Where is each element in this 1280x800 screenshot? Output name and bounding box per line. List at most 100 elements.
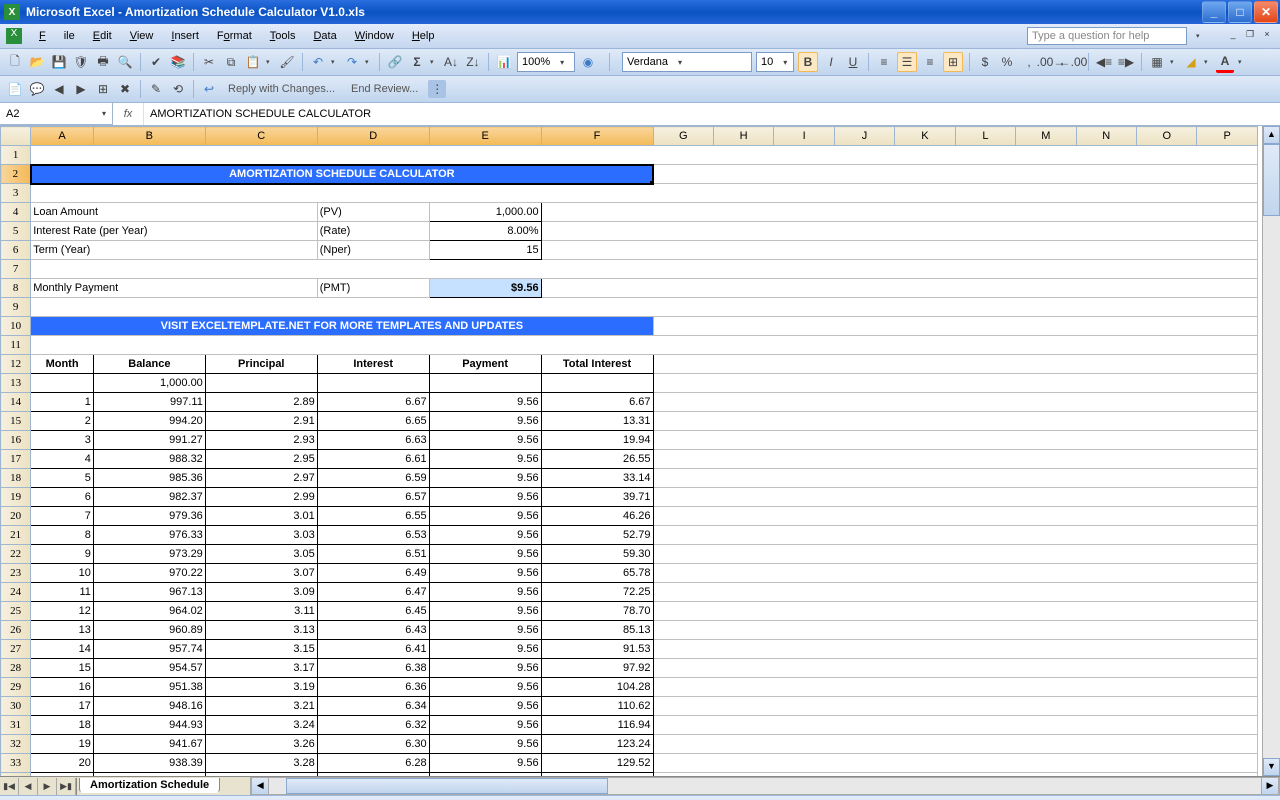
col-header[interactable]: F	[541, 127, 653, 146]
title-cell[interactable]: AMORTIZATION SCHEDULE CALCULATOR	[31, 165, 653, 184]
show-comment-icon[interactable]: 💬	[28, 80, 46, 98]
save-icon[interactable]: 💾	[50, 53, 68, 71]
close-button[interactable]: ✕	[1254, 1, 1278, 23]
cell[interactable]: 976.33	[93, 526, 205, 545]
cell[interactable]: 6.45	[317, 602, 429, 621]
cell[interactable]: 948.16	[93, 697, 205, 716]
scroll-up-icon[interactable]: ▲	[1263, 126, 1280, 144]
select-all-corner[interactable]	[1, 127, 31, 146]
row-header[interactable]: 25	[1, 602, 31, 621]
italic-icon[interactable]: I	[822, 53, 840, 71]
tab-first-icon[interactable]: ▮◀	[0, 778, 19, 795]
decrease-decimal-icon[interactable]: ←.00	[1064, 53, 1082, 71]
cell[interactable]: 15	[31, 659, 94, 678]
cell[interactable]: 104.28	[541, 678, 653, 697]
research-icon[interactable]: 📚	[169, 53, 187, 71]
row-header[interactable]: 22	[1, 545, 31, 564]
cell[interactable]: 3.30	[205, 773, 317, 777]
print-preview-icon[interactable]: 🔍	[116, 53, 134, 71]
scroll-right-icon[interactable]: ▶	[1261, 778, 1279, 794]
show-all-icon[interactable]: ⊞	[94, 80, 112, 98]
cell[interactable]: 9.56	[429, 450, 541, 469]
cell[interactable]: 9.56	[429, 412, 541, 431]
loan-amount-cell[interactable]: 1,000.00	[429, 203, 541, 222]
row-header[interactable]: 30	[1, 697, 31, 716]
cell[interactable]: 78.70	[541, 602, 653, 621]
cell[interactable]: 3.21	[205, 697, 317, 716]
cell[interactable]: 6.51	[317, 545, 429, 564]
track-changes-icon[interactable]: ⟲	[169, 80, 187, 98]
excel-doc-icon[interactable]: X	[6, 28, 22, 44]
permission-icon[interactable]: 🛡	[72, 53, 90, 71]
cell[interactable]: 19.94	[541, 431, 653, 450]
cell[interactable]: 3.05	[205, 545, 317, 564]
menu-data[interactable]: Data	[304, 27, 345, 45]
menu-help[interactable]: Help	[403, 27, 444, 45]
row-header[interactable]: 18	[1, 469, 31, 488]
undo-icon[interactable]: ↶	[309, 53, 327, 71]
tab-next-icon[interactable]: ▶	[38, 778, 57, 795]
cell[interactable]: 6.41	[317, 640, 429, 659]
sort-asc-icon[interactable]: A↓	[442, 53, 460, 71]
cell[interactable]: 6.65	[317, 412, 429, 431]
row-header[interactable]: 19	[1, 488, 31, 507]
fx-icon[interactable]: fx	[113, 103, 144, 125]
cell[interactable]: 9.56	[429, 526, 541, 545]
cell[interactable]: 13	[31, 621, 94, 640]
cell[interactable]: 19	[31, 735, 94, 754]
cell[interactable]: 10	[31, 564, 94, 583]
increase-indent-icon[interactable]: ≡▶	[1117, 53, 1135, 71]
cell[interactable]: 954.57	[93, 659, 205, 678]
cell[interactable]: 967.13	[93, 583, 205, 602]
cell[interactable]: 59.30	[541, 545, 653, 564]
cell[interactable]: 26.55	[541, 450, 653, 469]
cell[interactable]: 46.26	[541, 507, 653, 526]
cell[interactable]: 8	[31, 526, 94, 545]
comma-icon[interactable]: ,	[1020, 53, 1038, 71]
cell[interactable]: 6.32	[317, 716, 429, 735]
cell[interactable]: 21	[31, 773, 94, 777]
cell[interactable]: 5	[31, 469, 94, 488]
row-header[interactable]: 14	[1, 393, 31, 412]
end-review-label[interactable]: End Review...	[345, 83, 424, 95]
cell[interactable]: 6.67	[317, 393, 429, 412]
menu-tools[interactable]: Tools	[261, 27, 305, 45]
autosum-icon[interactable]: Σ	[408, 53, 426, 71]
cell[interactable]: 6.43	[317, 621, 429, 640]
cell[interactable]: 6.28	[317, 754, 429, 773]
row-header[interactable]: 29	[1, 678, 31, 697]
cell[interactable]: 997.11	[93, 393, 205, 412]
cell[interactable]: 16	[31, 678, 94, 697]
cell[interactable]: 72.25	[541, 583, 653, 602]
cell[interactable]: 33.14	[541, 469, 653, 488]
font-name-combo[interactable]: Verdana	[622, 52, 752, 72]
scroll-thumb[interactable]	[1263, 144, 1280, 216]
cell[interactable]: 9.56	[429, 659, 541, 678]
cell[interactable]: 116.94	[541, 716, 653, 735]
cell[interactable]: 2	[31, 412, 94, 431]
cell[interactable]: 964.02	[93, 602, 205, 621]
cell[interactable]: 6.63	[317, 431, 429, 450]
percent-icon[interactable]: %	[998, 53, 1016, 71]
hyperlink-icon[interactable]: 🔗	[386, 53, 404, 71]
cell[interactable]: 9.56	[429, 393, 541, 412]
cell[interactable]: 135.78	[541, 773, 653, 777]
menu-file[interactable]: File	[30, 27, 84, 45]
col-header[interactable]: J	[834, 127, 894, 146]
cell[interactable]: 6.57	[317, 488, 429, 507]
row-header[interactable]: 24	[1, 583, 31, 602]
toolbar-options-icon[interactable]: ⋮	[428, 80, 446, 98]
row-header[interactable]: 17	[1, 450, 31, 469]
open-icon[interactable]: 📂	[28, 53, 46, 71]
cell[interactable]: 4	[31, 450, 94, 469]
borders-icon[interactable]: ▦	[1148, 53, 1166, 71]
cell[interactable]: 3.09	[205, 583, 317, 602]
new-doc-icon[interactable]: 🗋	[6, 53, 24, 71]
doc-close-button[interactable]: ×	[1260, 29, 1274, 43]
help-search-input[interactable]	[1027, 27, 1187, 45]
new-comment-icon[interactable]: 📄	[6, 80, 24, 98]
row-header[interactable]: 27	[1, 640, 31, 659]
cell[interactable]: 2.99	[205, 488, 317, 507]
row-header[interactable]: 28	[1, 659, 31, 678]
chart-wizard-icon[interactable]: 📊	[495, 53, 513, 71]
